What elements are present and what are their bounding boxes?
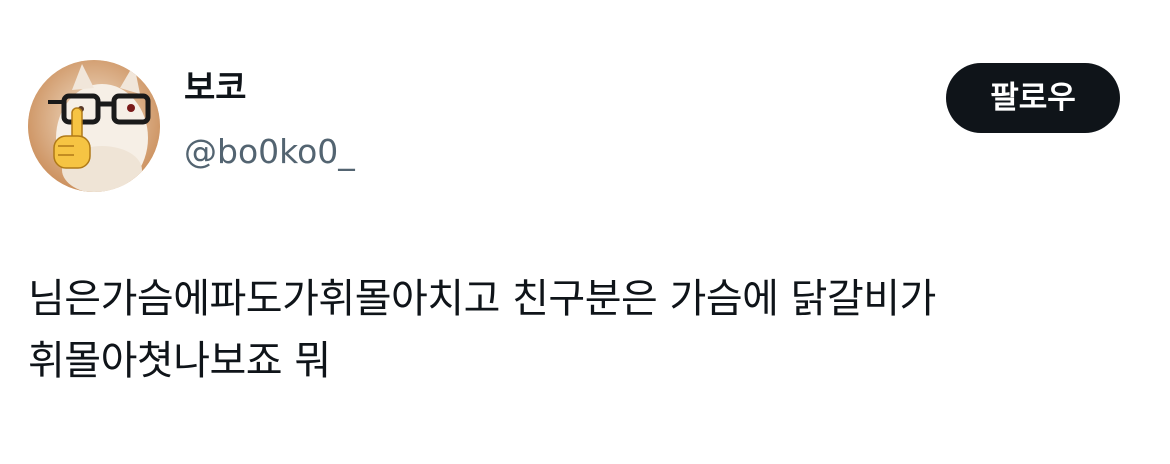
follow-button[interactable]: 팔로우 <box>946 63 1120 133</box>
avatar-image <box>28 60 160 192</box>
user-meta: 보코 @bo0ko0_ <box>184 66 355 174</box>
tweet-text: 님은가슴에파도가휘몰아치고 친구분은 가슴에 닭갈비가 휘몰아쳣나보죠 뭐 <box>28 276 936 384</box>
avatar[interactable] <box>28 60 160 192</box>
user-handle[interactable]: @bo0ko0_ <box>184 130 355 174</box>
display-name[interactable]: 보코 <box>184 66 355 110</box>
tweet-header: 보코 @bo0ko0_ 팔로우 <box>28 60 1120 192</box>
